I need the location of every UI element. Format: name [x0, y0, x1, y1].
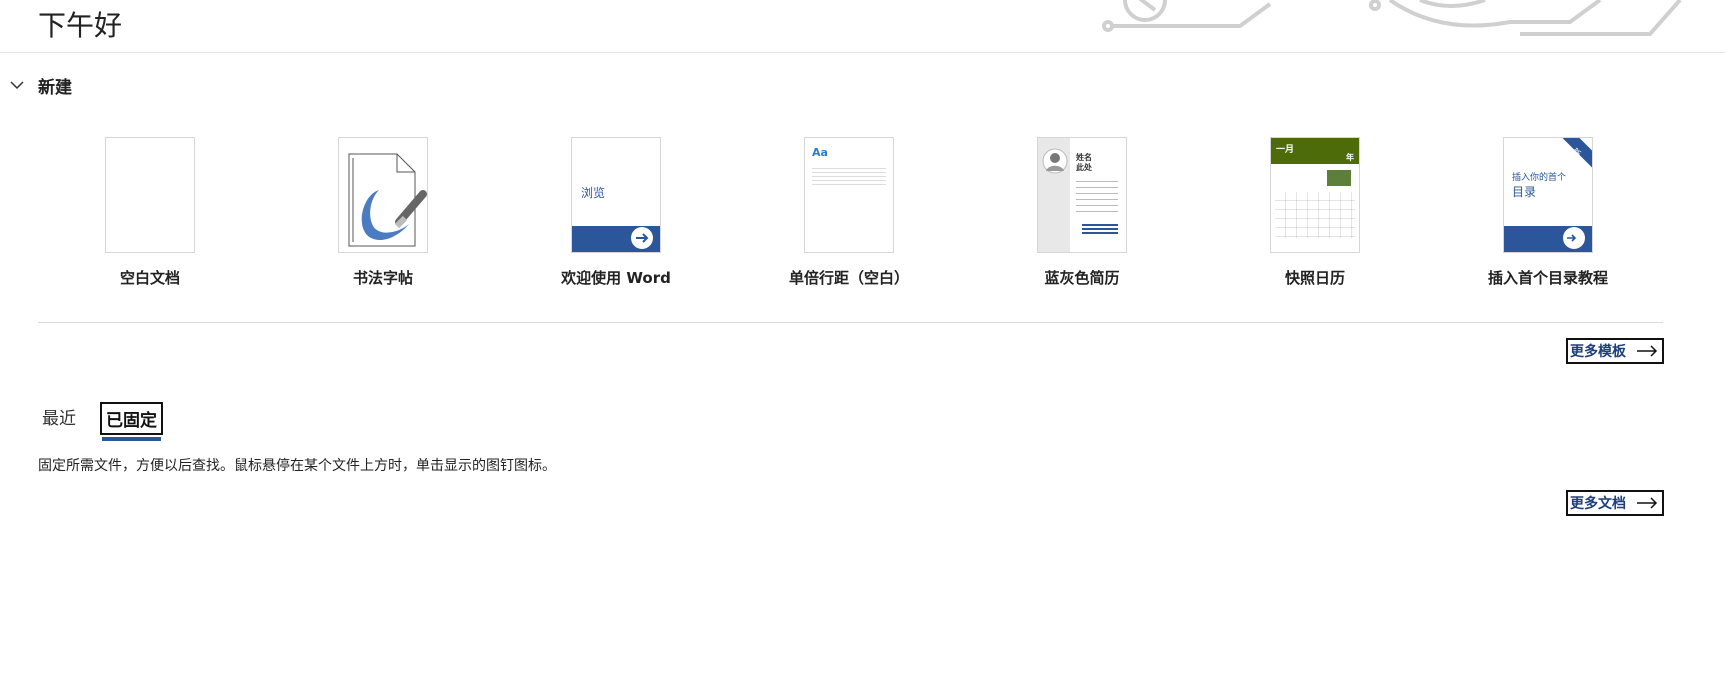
arrow-right-icon	[1637, 345, 1658, 357]
section-divider	[38, 322, 1663, 323]
pinned-hint-text: 固定所需文件，方便以后查找。鼠标悬停在某个文件上方时，单击显示的图钉图标。	[38, 458, 556, 474]
new-section-title: 新建	[38, 77, 72, 98]
template-single-spacing[interactable]: Aa 单倍行距（空白）	[759, 137, 939, 288]
arrow-circle-icon	[1563, 227, 1585, 249]
template-thumbnail: 浏览	[571, 137, 661, 253]
thumb-aa-text: Aa	[812, 146, 828, 159]
template-label: 快照日历	[1284, 269, 1345, 287]
chevron-down-icon	[10, 81, 24, 90]
circuit-decoration	[1102, 0, 1682, 36]
tab-pinned[interactable]: 已固定	[100, 402, 163, 441]
thumb-lines	[812, 165, 886, 185]
template-label: 单倍行距（空白）	[788, 269, 909, 287]
thumb-here-text: 此处	[1076, 163, 1092, 172]
template-toc-tutorial[interactable]: 插入你的首个 目录 新 插入首个目录教程	[1458, 137, 1638, 288]
thumb-insert-text: 插入你的首个	[1512, 173, 1567, 183]
calligraphy-brush-icon	[348, 153, 427, 247]
thumb-year-text: 年	[1346, 153, 1354, 162]
template-thumbnail: Aa	[804, 137, 894, 253]
thumb-calendar-grid	[1275, 192, 1355, 238]
template-thumbnail: 姓名 此处	[1037, 137, 1127, 253]
template-snapshot-calendar[interactable]: 一月 年 快照日历	[1225, 137, 1405, 288]
template-label: 插入首个目录教程	[1487, 269, 1608, 287]
more-documents-label: 更多文档	[1570, 496, 1626, 512]
arrow-circle-icon	[631, 227, 653, 249]
template-blue-gray-resume[interactable]: 姓名 此处 蓝灰色简历	[992, 137, 1172, 288]
new-badge: 新	[1559, 138, 1592, 170]
template-label: 蓝灰色简历	[1044, 269, 1120, 287]
person-photo-icon	[1042, 148, 1068, 174]
template-thumbnail	[105, 137, 195, 253]
thumb-photo	[1327, 170, 1351, 186]
template-thumbnail: 一月 年	[1270, 137, 1360, 253]
thumb-lines	[1076, 176, 1118, 216]
template-welcome-word[interactable]: 浏览 欢迎使用 Word	[526, 137, 706, 288]
new-section-toggle[interactable]: 新建	[8, 72, 72, 98]
template-label: 书法字帖	[352, 269, 413, 287]
template-thumbnail	[338, 137, 428, 253]
template-label: 欢迎使用 Word	[561, 269, 671, 287]
greeting-title: 下午好	[38, 9, 123, 42]
more-templates-button[interactable]: 更多模板	[1566, 338, 1664, 364]
arrow-right-icon	[1637, 497, 1658, 509]
thumb-toc-text: 目录	[1512, 185, 1537, 199]
thumb-skill-bars	[1082, 222, 1118, 234]
more-documents-button[interactable]: 更多文档	[1566, 490, 1664, 516]
new-badge-text: 新	[1570, 146, 1583, 159]
template-thumbnail: 插入你的首个 目录 新	[1503, 137, 1593, 253]
thumb-browse-text: 浏览	[581, 186, 606, 200]
thumb-month-text: 一月	[1276, 145, 1295, 155]
template-calligraphy[interactable]: 书法字帖	[293, 137, 473, 288]
tab-recent[interactable]: 最近	[38, 402, 80, 431]
header: 下午好	[0, 0, 1725, 53]
more-templates-label: 更多模板	[1570, 344, 1626, 360]
template-label: 空白文档	[119, 269, 180, 287]
template-blank-document[interactable]: 空白文档	[60, 137, 240, 288]
file-tabs: 最近 已固定	[38, 402, 183, 441]
